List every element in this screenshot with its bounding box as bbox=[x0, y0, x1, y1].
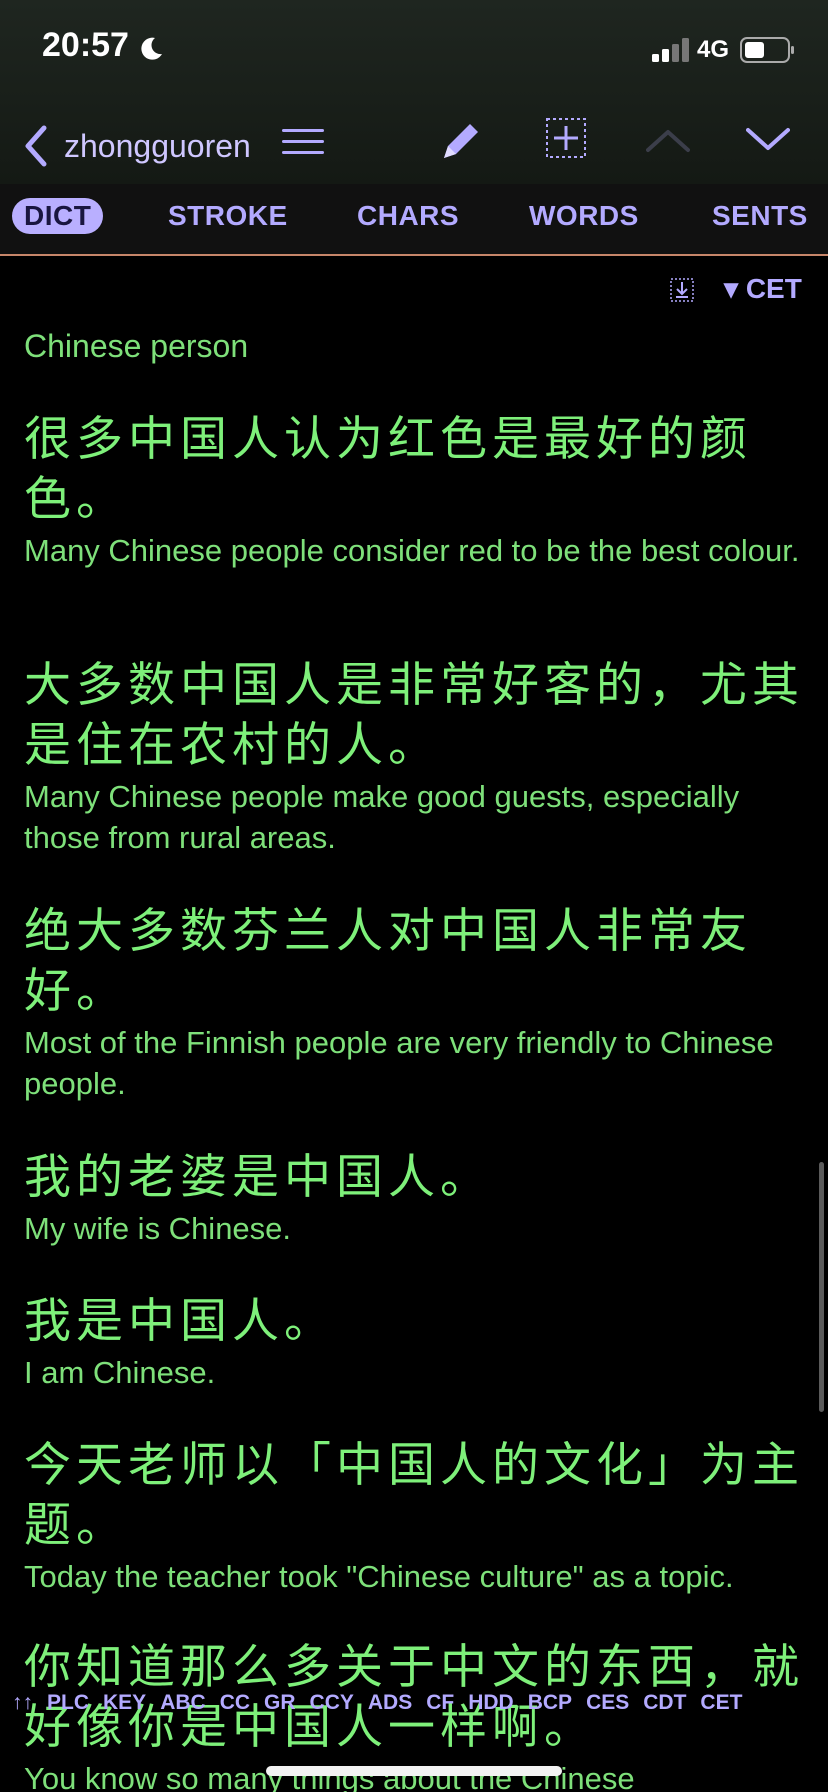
example-english: Many Chinese people make good guests, es… bbox=[24, 779, 740, 855]
example-chinese: 我是中国人。 bbox=[24, 1294, 336, 1349]
network-label: 4G bbox=[697, 36, 730, 63]
example-english: Most of the Finnish people are very frie… bbox=[24, 1025, 774, 1101]
top-header: 20:57 4G zhongguoren bbox=[0, 0, 828, 184]
source-link[interactable]: CF bbox=[426, 1691, 454, 1715]
example-chinese: 我的老婆是中国人。 bbox=[24, 1150, 492, 1205]
source-strip: ↑↑ PLC KEY ABC CC GR CCY ADS CF HDD BCP … bbox=[12, 1688, 820, 1718]
example-sentence[interactable]: 今天老师以「中国人的文化」为主题。 Today the teacher took… bbox=[24, 1436, 804, 1597]
scroll-top-button[interactable]: ↑↑ bbox=[12, 1691, 33, 1715]
example-sentence[interactable]: 我的老婆是中国人。 My wife is Chinese. bbox=[24, 1148, 804, 1249]
source-link[interactable]: PLC bbox=[47, 1691, 89, 1715]
source-link[interactable]: CET bbox=[700, 1691, 742, 1715]
example-sentence[interactable]: 我是中国人。 I am Chinese. bbox=[24, 1292, 804, 1393]
example-english: Today the teacher took "Chinese culture"… bbox=[24, 1559, 734, 1594]
chevron-down-icon[interactable] bbox=[746, 126, 790, 154]
example-chinese: 绝大多数芬兰人对中国人非常友好。 bbox=[24, 904, 752, 1019]
signal-icon bbox=[652, 38, 689, 62]
home-indicator[interactable] bbox=[266, 1766, 562, 1776]
source-link[interactable]: ADS bbox=[368, 1691, 412, 1715]
nav-title: zhongguoren bbox=[64, 127, 251, 164]
source-link[interactable]: HDD bbox=[468, 1691, 514, 1715]
example-sentence[interactable]: 很多中国人认为红色是最好的颜色。 Many Chinese people con… bbox=[24, 410, 804, 571]
example-english: I am Chinese. bbox=[24, 1355, 216, 1390]
source-toggle[interactable]: ▾ CET bbox=[724, 272, 802, 305]
tab-chars[interactable]: CHARS bbox=[357, 200, 459, 232]
moon-icon bbox=[141, 37, 162, 60]
source-link[interactable]: CES bbox=[586, 1691, 629, 1715]
scrollbar[interactable] bbox=[819, 1162, 824, 1412]
source-link[interactable]: CCY bbox=[310, 1691, 354, 1715]
menu-icon[interactable] bbox=[282, 124, 324, 160]
example-chinese: 大多数中国人是非常好客的，尤其是住在农村的人。 bbox=[24, 658, 804, 773]
example-english: My wife is Chinese. bbox=[24, 1211, 292, 1246]
tab-dict[interactable]: DICT bbox=[12, 198, 104, 234]
tab-words[interactable]: WORDS bbox=[529, 200, 639, 232]
source-link[interactable]: BCP bbox=[528, 1691, 572, 1715]
download-icon[interactable] bbox=[670, 278, 694, 302]
tab-sents[interactable]: SENTS bbox=[712, 200, 808, 232]
chevron-left-icon bbox=[25, 125, 47, 167]
back-button[interactable]: zhongguoren bbox=[20, 118, 251, 174]
app-screen: 20:57 4G zhongguoren DICT STROKE CHARS W… bbox=[0, 0, 828, 1792]
add-box-icon[interactable] bbox=[546, 118, 586, 158]
source-link[interactable]: KEY bbox=[103, 1691, 146, 1715]
chevron-up-icon[interactable] bbox=[646, 126, 690, 154]
example-sentence[interactable]: 绝大多数芬兰人对中国人非常友好。 Most of the Finnish peo… bbox=[24, 902, 804, 1104]
example-english: Many Chinese people consider red to be t… bbox=[24, 533, 800, 568]
definition: Chinese person bbox=[24, 328, 249, 364]
source-link[interactable]: ABC bbox=[160, 1691, 206, 1715]
source-link[interactable]: GR bbox=[264, 1691, 296, 1715]
pencil-icon[interactable] bbox=[436, 116, 486, 166]
example-chinese: 很多中国人认为红色是最好的颜色。 bbox=[24, 412, 752, 527]
source-link[interactable]: CDT bbox=[643, 1691, 686, 1715]
tab-bar: DICT STROKE CHARS WORDS SENTS bbox=[0, 184, 828, 256]
battery-icon bbox=[740, 37, 794, 63]
example-sentence[interactable]: 大多数中国人是非常好客的，尤其是住在农村的人。 Many Chinese peo… bbox=[24, 656, 804, 858]
entry-tool-row: ▾ CET bbox=[0, 256, 828, 316]
source-link[interactable]: CC bbox=[220, 1691, 250, 1715]
tab-stroke[interactable]: STROKE bbox=[168, 200, 288, 232]
status-time: 20:57 bbox=[42, 26, 129, 64]
example-chinese: 今天老师以「中国人的文化」为主题。 bbox=[24, 1438, 804, 1553]
dictionary-content: ▾ CET Chinese person 很多中国人认为红色是最好的颜色。 Ma… bbox=[0, 256, 828, 1792]
